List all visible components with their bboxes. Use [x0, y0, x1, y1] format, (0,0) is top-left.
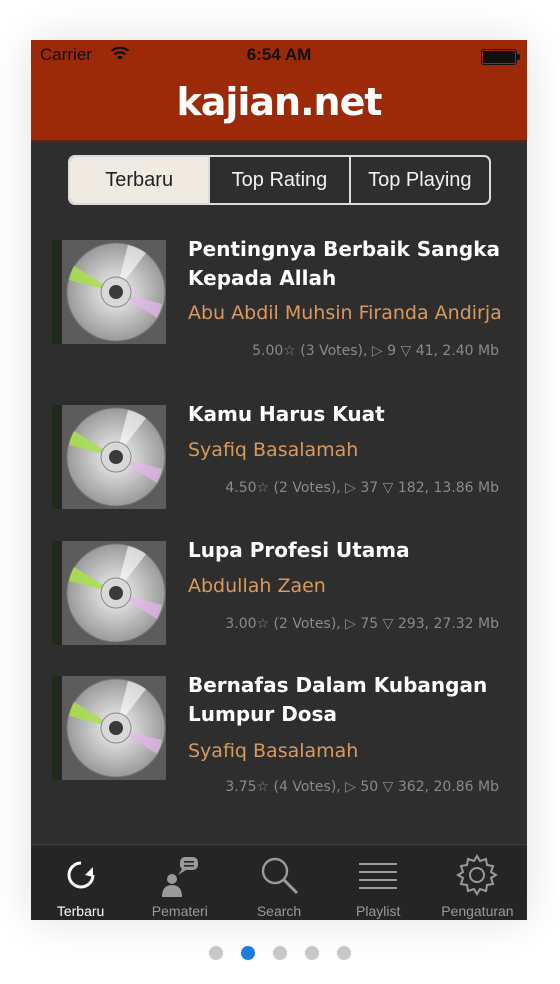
- segment-top-rating[interactable]: Top Rating: [208, 157, 348, 203]
- tab-label: Pengaturan: [441, 903, 514, 919]
- page-dot[interactable]: [337, 946, 351, 960]
- cd-disc-icon: [52, 405, 167, 509]
- tab-terbaru[interactable]: Terbaru: [31, 845, 130, 920]
- tab-pengaturan[interactable]: Pengaturan: [428, 845, 527, 920]
- item-title: Lupa Profesi Utama: [188, 538, 410, 562]
- item-meta: 3.75☆ (4 Votes), ▷ 50 ▽ 362, 20.86 Mb: [225, 779, 499, 795]
- app-logo: kajian.net: [176, 80, 382, 124]
- item-meta: 4.50☆ (2 Votes), ▷ 37 ▽ 182, 13.86 Mb: [225, 480, 499, 496]
- tab-pemateri[interactable]: Pemateri: [130, 845, 229, 920]
- page-dot[interactable]: [273, 946, 287, 960]
- item-meta: 3.00☆ (2 Votes), ▷ 75 ▽ 293, 27.32 Mb: [225, 616, 499, 632]
- list-item[interactable]: Pentingnya Berbaik Sangka Kepada Allah A…: [31, 235, 527, 375]
- tab-search[interactable]: Search: [229, 845, 328, 920]
- cd-disc-icon: [52, 240, 167, 344]
- segment-top-playing[interactable]: Top Playing: [348, 157, 489, 203]
- item-title: Kamu Harus Kuat: [188, 402, 385, 426]
- tab-bar: Terbaru Pemateri Search Playlist Pengatu…: [31, 844, 527, 920]
- search-icon: [261, 857, 299, 895]
- list-icon: [359, 863, 398, 889]
- list-item[interactable]: Bernafas Dalam Kubangan Lumpur Dosa Syaf…: [31, 671, 527, 811]
- status-time: 6:54 AM: [246, 45, 312, 64]
- segmented-control: Terbaru Top Rating Top Playing: [68, 155, 491, 205]
- page-dot[interactable]: [209, 946, 223, 960]
- refresh-icon: [67, 861, 95, 889]
- list-item[interactable]: Lupa Profesi Utama Abdullah Zaen 3.00☆ (…: [31, 536, 527, 656]
- cd-disc-icon: [52, 541, 167, 645]
- cd-disc-icon: [52, 676, 167, 780]
- item-title: Bernafas Dalam Kubangan Lumpur Dosa: [188, 673, 488, 726]
- item-author: Syafiq Basalamah: [188, 439, 359, 461]
- page-dot-active[interactable]: [241, 946, 255, 960]
- speaker-person-icon: [161, 857, 198, 897]
- page-dot[interactable]: [305, 946, 319, 960]
- item-meta: 5.00☆ (3 Votes), ▷ 9 ▽ 41, 2.40 Mb: [252, 343, 499, 359]
- list-item[interactable]: Kamu Harus Kuat Syafiq Basalamah 4.50☆ (…: [31, 400, 527, 520]
- segment-terbaru[interactable]: Terbaru: [70, 157, 209, 203]
- tab-label: Pemateri: [151, 903, 208, 919]
- tab-label: Playlist: [356, 903, 401, 919]
- tab-label: Terbaru: [56, 903, 105, 919]
- status-bar: Carrier 6:54 AM: [31, 40, 527, 72]
- item-author: Abu Abdil Muhsin Firanda Andirja: [188, 302, 502, 324]
- nav-bar: kajian.net: [31, 72, 527, 141]
- item-author: Abdullah Zaen: [188, 575, 326, 597]
- item-title: Pentingnya Berbaik Sangka Kepada Allah: [188, 237, 501, 290]
- item-author: Syafiq Basalamah: [188, 740, 359, 762]
- tab-playlist[interactable]: Playlist: [329, 845, 428, 920]
- battery-icon: [481, 49, 520, 65]
- tab-label: Search: [256, 903, 302, 919]
- gear-icon: [456, 854, 499, 896]
- phone-screen: Carrier 6:54 AM kajian.net Terbaru Top R…: [31, 40, 527, 920]
- page-indicator[interactable]: [0, 946, 560, 960]
